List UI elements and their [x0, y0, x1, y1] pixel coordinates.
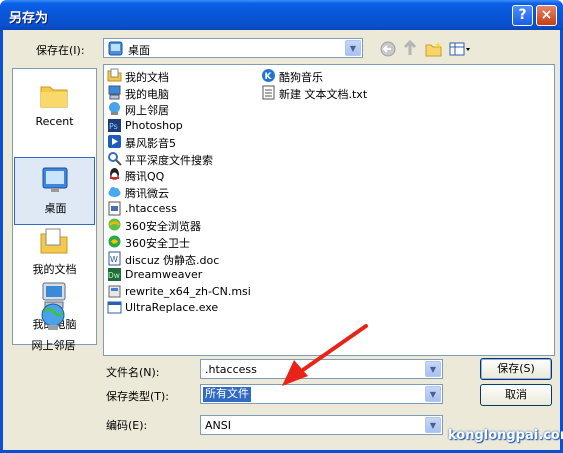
save-as-dialog: 另存为 ? × 保存在(I): 桌面 ▼ Recent 桌面 我的文档 网上邻居… — [0, 0, 563, 453]
watermark: konglongpai.com — [448, 428, 563, 443]
annotation-arrow — [282, 324, 368, 386]
